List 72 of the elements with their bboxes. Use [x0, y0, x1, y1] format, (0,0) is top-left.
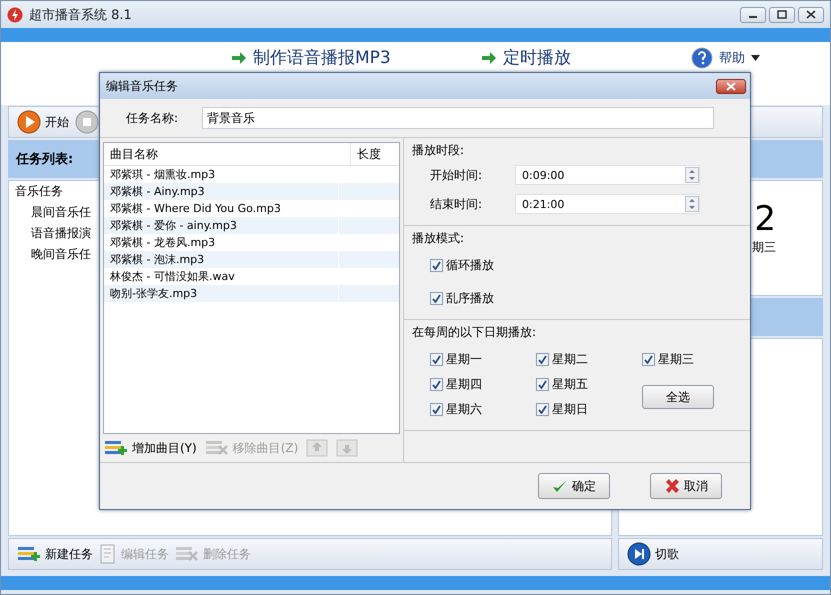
document-icon	[99, 544, 117, 564]
checkbox[interactable]: 星期六	[430, 401, 536, 418]
list-remove-icon	[175, 545, 199, 563]
list-remove-icon	[204, 439, 229, 457]
field-label: 任务名称:	[126, 110, 178, 126]
checkbox[interactable]: 星期三	[642, 351, 742, 368]
nav-link[interactable]: 定时播放	[480, 46, 571, 105]
move-down-icon	[336, 439, 358, 457]
select-all-button[interactable]: 全选	[642, 385, 714, 409]
check-icon	[432, 294, 441, 303]
group-title: 在每周的以下日期播放:	[412, 324, 538, 341]
checkbox[interactable]: 星期四	[430, 376, 536, 393]
checkbox[interactable]: 乱序播放	[430, 290, 742, 307]
stop-button[interactable]	[75, 110, 99, 134]
close-button[interactable]	[798, 6, 824, 22]
check-icon	[538, 380, 547, 389]
check-icon	[538, 405, 547, 414]
start-button[interactable]: 开始	[17, 110, 69, 134]
checkbox[interactable]: 星期五	[536, 376, 642, 393]
play-icon	[17, 110, 41, 134]
check-icon	[432, 355, 441, 364]
checkbox[interactable]: 循环播放	[430, 257, 742, 274]
task-name-field[interactable]: 背景音乐	[202, 107, 714, 129]
close-icon	[806, 10, 816, 19]
list-add-icon	[17, 545, 41, 563]
dialog-title: 编辑音乐任务	[106, 78, 178, 94]
check-icon	[432, 261, 441, 270]
group-title: 播放模式:	[412, 230, 466, 247]
minimize-button[interactable]	[740, 6, 766, 22]
skip-icon	[627, 542, 651, 566]
track-action-button[interactable]: 增加曲目(Y)	[104, 439, 197, 457]
task-action-button[interactable]: 新建任务	[17, 545, 93, 563]
field-label: 结束时间:	[430, 196, 484, 212]
spinner-icon	[685, 196, 699, 212]
maximize-icon	[777, 10, 787, 19]
checkbox[interactable]: 星期日	[536, 401, 642, 418]
help-icon	[690, 47, 713, 69]
check-icon	[644, 355, 653, 364]
weekday-label: 期三	[752, 239, 776, 256]
app-logo-icon	[7, 6, 23, 22]
close-icon	[726, 82, 736, 90]
track-name[interactable]: 林俊杰 - 可惜没如果.wav	[104, 268, 338, 285]
check-icon	[432, 405, 441, 414]
maximize-button[interactable]	[769, 6, 795, 22]
column-header[interactable]: 长度	[350, 143, 399, 165]
checkmark-icon	[552, 478, 568, 494]
check-icon	[538, 355, 547, 364]
close-button[interactable]	[716, 78, 746, 94]
checkbox[interactable]: 星期二	[536, 351, 642, 368]
nav-link[interactable]: 制作语音播报MP3	[231, 46, 391, 105]
checkbox[interactable]: 星期一	[430, 351, 536, 368]
check-icon	[432, 380, 441, 389]
window-title: 超市播音系统 8.1	[29, 6, 133, 24]
column-header[interactable]: 曲目名称	[104, 143, 350, 165]
spinner-icon	[685, 167, 699, 183]
list-add-icon	[104, 439, 128, 457]
skip-button[interactable]: 切歌	[627, 542, 679, 566]
caret-icon	[750, 55, 760, 61]
clock-time: 2	[754, 199, 776, 239]
stop-icon	[75, 110, 99, 134]
track-name[interactable]: 邓紫棋 - Where Did You Go.mp3	[104, 200, 338, 217]
ok-button[interactable]: 确定	[538, 473, 610, 499]
group-title: 播放时段:	[412, 142, 466, 159]
time-field[interactable]: 0:21:00	[515, 194, 700, 214]
nav-link[interactable]: 帮助	[690, 47, 760, 105]
track-name[interactable]: 邓紫棋 - 龙卷风.mp3	[104, 234, 338, 251]
cancel-button[interactable]: 取消	[650, 473, 722, 499]
arrow-icon	[480, 50, 497, 64]
time-field[interactable]: 0:09:00	[515, 165, 700, 185]
arrow-icon	[231, 50, 247, 64]
cross-icon	[664, 478, 680, 494]
move-up-icon	[306, 439, 328, 457]
